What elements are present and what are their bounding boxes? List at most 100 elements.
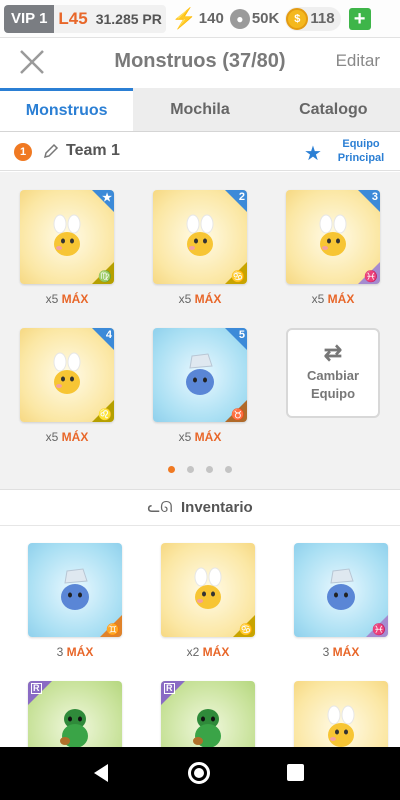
team-monster-card[interactable]: 5 ♉ <box>153 328 247 422</box>
max-label: MÁX <box>194 430 222 444</box>
team-monster-count: x5 MÁX <box>20 430 114 444</box>
team-header: 1 Team 1 ★ Equipo Principal <box>0 133 400 171</box>
monster-icon <box>60 709 88 747</box>
inventory-header: ᓚᘏ Inventario <box>0 492 400 526</box>
max-label: MÁX <box>61 292 89 306</box>
slot-number: 5 <box>238 329 245 341</box>
inventory-monster-card[interactable]: ♊ <box>28 543 122 637</box>
inventory-title: Inventario <box>181 499 253 516</box>
team-monster-count: x5 MÁX <box>153 430 247 444</box>
add-coins-button[interactable]: + <box>348 7 371 30</box>
main-team-label-line2: Principal <box>337 152 385 164</box>
change-team-button[interactable]: ⇄ Cambiar Equipo <box>286 328 380 418</box>
team-name[interactable]: Team 1 <box>66 142 120 160</box>
page-indicator <box>0 460 400 478</box>
inventory-monster-count: x2 MÁX <box>161 645 255 659</box>
inventory-grid: ♊ 3 MÁX ♋ x2 MÁX ♓ 3 MÁX R R <box>0 527 400 747</box>
count-value: x2 <box>186 645 203 659</box>
title-bar: Monstruos (37/80) Editar <box>0 38 400 86</box>
energy-stat: ⚡ 140 <box>172 6 224 31</box>
monster-icon <box>194 567 222 609</box>
vip-badge[interactable]: VIP 1 <box>4 4 55 33</box>
monster-icon <box>53 214 81 256</box>
monster-icon <box>61 568 89 610</box>
count-value: x5 <box>178 430 195 444</box>
page-dot[interactable] <box>225 466 232 473</box>
max-label: MÁX <box>202 645 230 659</box>
team-monster-count: x5 MÁX <box>20 292 114 306</box>
inventory-monster-count: 3 MÁX <box>294 645 388 659</box>
slot-number: 4 <box>105 329 112 341</box>
coin-icon: $ <box>286 7 309 30</box>
max-label: MÁX <box>66 645 94 659</box>
slot-number: 2 <box>238 191 245 203</box>
max-label: MÁX <box>332 645 360 659</box>
monster-icon <box>186 353 214 395</box>
team-monster-count: x5 MÁX <box>153 292 247 306</box>
monster-icon <box>186 214 214 256</box>
monster-face-icon: ᓚᘏ <box>147 499 173 516</box>
monster-icon <box>193 709 221 747</box>
count-value: x5 <box>178 292 195 306</box>
tab-bar: Monstruos Mochila Catalogo <box>0 88 400 132</box>
star-icon: ★ <box>304 143 322 165</box>
team-monster-card[interactable]: ★ ♍ <box>20 190 114 284</box>
rarity-badge: R <box>31 683 42 694</box>
tab-monstruos[interactable]: Monstruos <box>0 88 134 131</box>
inventory-monster-count: 3 MÁX <box>28 645 122 659</box>
main-team-label-line1: Equipo <box>342 138 380 150</box>
change-team-label-line2: Equipo <box>310 386 356 401</box>
inventory-monster-card[interactable]: R <box>161 681 255 747</box>
main-team-label[interactable]: Equipo Principal <box>330 137 392 165</box>
zodiac-icon: ♊ <box>106 624 120 636</box>
zodiac-icon: ♓ <box>372 624 386 636</box>
slot-number: 3 <box>371 191 378 203</box>
inventory-monster-card[interactable]: R <box>28 681 122 747</box>
coins-value: 118 <box>310 10 335 27</box>
monster-icon <box>319 214 347 256</box>
zodiac-icon: ♍ <box>98 271 112 283</box>
zodiac-icon: ♋ <box>239 624 253 636</box>
inventory-monster-card[interactable]: ♓ <box>294 543 388 637</box>
count-value: x5 <box>45 292 62 306</box>
team-monster-card[interactable]: 4 ♌ <box>20 328 114 422</box>
tab-catalogo[interactable]: Catalogo <box>267 88 400 131</box>
inventory-monster-card[interactable]: ♋ <box>161 543 255 637</box>
recent-apps-icon[interactable] <box>287 764 304 781</box>
max-label: MÁX <box>327 292 355 306</box>
page-dot[interactable] <box>206 466 213 473</box>
energy-value: 140 <box>198 10 224 27</box>
coins-stat: $ 118 <box>285 6 341 31</box>
team-monster-card[interactable]: 3 ♓ <box>286 190 380 284</box>
team-number-badge: 1 <box>14 143 32 161</box>
paws-stat: ● 50K <box>229 8 280 29</box>
max-label: MÁX <box>61 430 89 444</box>
edit-button[interactable]: Editar <box>336 51 380 71</box>
inventory-monster-card[interactable] <box>294 681 388 747</box>
change-team-label-line1: Cambiar <box>306 368 360 383</box>
count-value: x5 <box>311 292 328 306</box>
zodiac-icon: ♓ <box>364 271 378 283</box>
team-monster-count: x5 MÁX <box>286 292 380 306</box>
monster-icon <box>327 705 355 747</box>
paw-icon: ● <box>229 8 250 29</box>
home-icon[interactable] <box>188 762 210 784</box>
team-monster-card[interactable]: 2 ♋ <box>153 190 247 284</box>
page-dot[interactable] <box>168 466 175 473</box>
slot-number: ★ <box>102 192 112 204</box>
count-value: x5 <box>45 430 62 444</box>
system-nav-bar <box>0 747 400 800</box>
paws-value: 50K <box>251 10 280 27</box>
rarity-badge: R <box>164 683 175 694</box>
power-rating: 31.285 PR <box>91 4 166 33</box>
max-label: MÁX <box>194 292 222 306</box>
back-icon[interactable] <box>94 764 108 782</box>
count-value: 3 <box>56 645 67 659</box>
monster-icon <box>327 568 355 610</box>
pencil-icon[interactable] <box>42 142 60 160</box>
count-value: 3 <box>322 645 333 659</box>
zodiac-icon: ♋ <box>231 271 245 283</box>
tab-mochila[interactable]: Mochila <box>133 88 266 131</box>
page-dot[interactable] <box>187 466 194 473</box>
bolt-icon: ⚡ <box>171 8 197 30</box>
